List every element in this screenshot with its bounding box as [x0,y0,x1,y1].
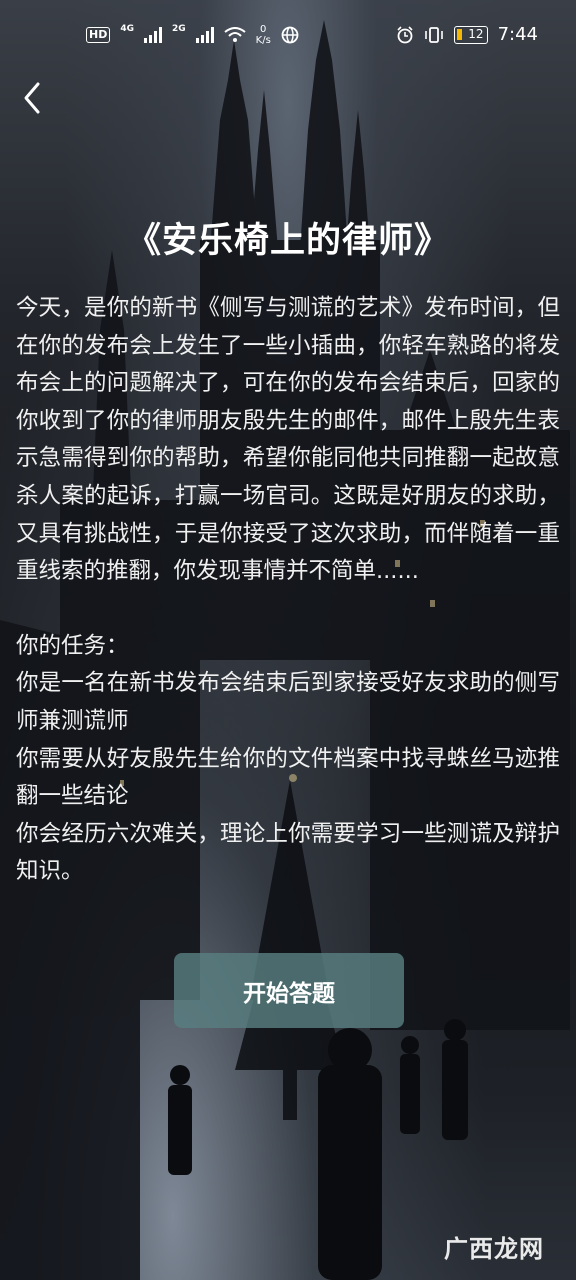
speed-value: 0 [260,24,267,35]
network-type-1: 4G [120,24,134,34]
signal-strength-icon-2 [195,27,214,43]
battery-indicator: 12 [453,25,488,44]
vpn-globe-icon [281,26,299,44]
task-item: 你会经历六次难关，理论上你需要学习一些测谎及辩护知识。 [16,820,560,885]
back-button[interactable] [18,80,50,116]
network-speed: 0 K/s [256,24,271,46]
watermark-logo: 广西龙网 [444,1234,544,1263]
hd-call-icon: HD [86,27,111,43]
story-content: 今天，是你的新书《侧写与测谎的艺术》发布时间，但在你的发布会上发生了一些小插曲，… [16,290,560,891]
speed-unit: K/s [255,35,271,46]
start-quiz-button[interactable]: 开始答题 [174,953,404,1028]
alarm-clock-icon [397,25,413,43]
status-bar: HD 4G 2G 0 K/s 12 7:44 [0,0,576,72]
story-intro: 今天，是你的新书《侧写与测谎的艺术》发布时间，但在你的发布会上发生了一些小插曲，… [16,295,560,585]
signal-strength-icon [144,27,162,43]
tasks-heading: 你的任务： [16,632,129,659]
vibrate-icon [424,26,443,43]
page-title: 《安乐椅上的律师》 [125,221,450,261]
network-type-2: 2G [172,24,186,34]
status-time: 7:44 [497,24,538,45]
task-item: 你需要从好友殷先生给你的文件档案中找寻蛛丝马迹推翻一些结论 [16,745,560,810]
chevron-left-icon [24,82,40,114]
task-item: 你是一名在新书发布会结束后到家接受好友求助的侧写师兼测谎师 [16,670,560,734]
status-bar-left: HD 4G 2G 0 K/s [86,24,299,46]
wifi-icon [224,27,246,42]
status-bar-right: 12 7:44 [396,24,538,45]
